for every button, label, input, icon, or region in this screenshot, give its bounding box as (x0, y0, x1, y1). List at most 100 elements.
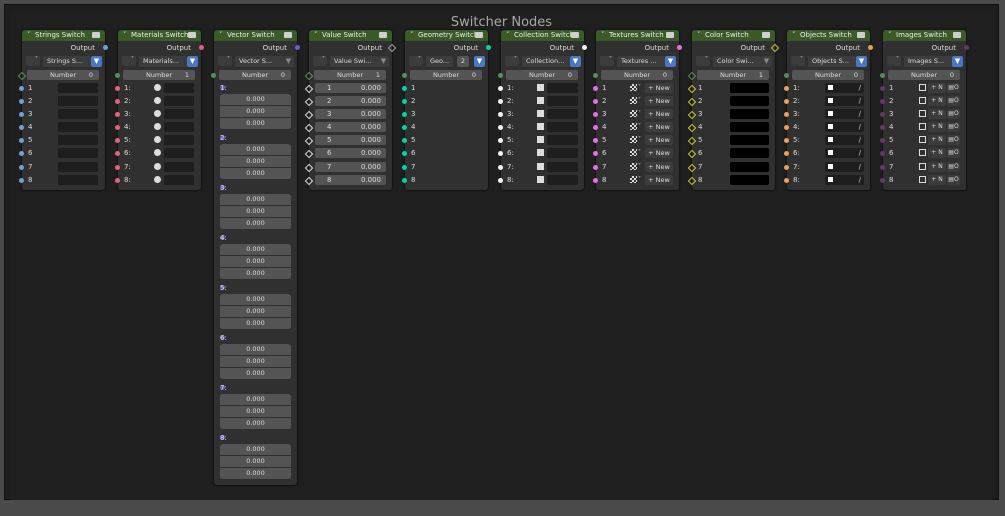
image-input-socket[interactable] (880, 112, 885, 118)
datablock-name-field[interactable]: Vector S... (235, 56, 283, 67)
output-socket[interactable] (582, 45, 587, 50)
input-row[interactable]: 7: (115, 161, 201, 174)
new-texture-button[interactable]: + New (645, 96, 673, 107)
object-field[interactable]: ∕ (825, 109, 864, 120)
open-image-button[interactable]: ▤O (947, 161, 960, 172)
collection-input-socket[interactable] (498, 151, 503, 157)
number-socket[interactable] (211, 73, 216, 78)
image-input-socket[interactable] (880, 99, 885, 105)
datablock-name-field[interactable]: Textures ... (617, 56, 665, 67)
vector-component-field[interactable]: 0.000 (220, 244, 291, 256)
input-row[interactable]: 6: ∕ (784, 147, 870, 160)
node-header[interactable]: ˅ Collection Switch (501, 30, 584, 41)
vector-component-field[interactable]: 0.000 (220, 194, 291, 206)
geometry-input-socket[interactable] (402, 151, 407, 157)
value-switch-node[interactable]: ˅ Value Switch Output ˅ Value Swi... ▼ Number 1… (304, 30, 397, 190)
vector-component-field[interactable]: 0.000 (220, 394, 291, 406)
image-input-socket[interactable] (880, 125, 885, 131)
input-row[interactable]: 4 (402, 121, 488, 134)
datablock-picker[interactable]: ˅ Collection... ▼ (501, 54, 584, 69)
number-input-row[interactable]: Number 0 (211, 69, 297, 82)
number-input-row[interactable]: Number 0 (498, 69, 584, 82)
fake-user-shield-icon[interactable]: ▼ (761, 56, 772, 67)
fake-user-shield-icon[interactable]: ▼ (952, 56, 963, 67)
new-texture-button[interactable]: + New (645, 135, 673, 146)
node-header[interactable]: ˅ Geometry Switch (405, 30, 488, 41)
chevron-down-icon[interactable]: ˅ (314, 31, 318, 39)
collection-input-socket[interactable] (498, 112, 503, 118)
input-row[interactable]: 8: ∕ (784, 174, 870, 187)
number-socket[interactable] (402, 73, 407, 78)
material-input-socket[interactable] (115, 112, 120, 118)
collection-field[interactable] (547, 161, 578, 172)
vector-component-field[interactable]: 0.000 (220, 418, 291, 430)
geometry-input-socket[interactable] (402, 112, 407, 118)
object-field[interactable]: ∕ (825, 83, 864, 93)
string-field[interactable] (58, 148, 98, 159)
image-input-socket[interactable] (880, 177, 885, 183)
datablock-name-field[interactable]: Color Swi... (713, 56, 761, 67)
string-input-socket[interactable] (19, 99, 24, 105)
number-field[interactable]: Number 1 (123, 70, 195, 80)
fake-user-shield-icon[interactable]: ▼ (665, 56, 676, 67)
material-input-socket[interactable] (115, 164, 120, 170)
object-field[interactable]: ∕ (825, 122, 864, 133)
input-row[interactable]: 3 0.000 (304, 108, 392, 121)
input-row[interactable]: 5 (687, 134, 775, 147)
fake-user-shield-icon[interactable]: ▼ (283, 56, 294, 67)
node-header[interactable]: ˅ Strings Switch (22, 30, 105, 41)
number-socket[interactable] (498, 73, 503, 78)
color-switch-node[interactable]: ˅ Color Switch Output ˅ Color Swi... ▼ Number 1… (687, 30, 780, 190)
vector-component-field[interactable]: 0.000 (220, 468, 291, 480)
input-row[interactable]: 3 (687, 108, 775, 121)
fake-user-shield-icon[interactable]: ▼ (187, 56, 198, 67)
string-field[interactable] (58, 135, 98, 146)
node-header[interactable]: ˅ Materials Switch (118, 30, 201, 41)
number-field[interactable]: Number 0 (792, 70, 864, 80)
datablock-name-field[interactable]: Images S... (904, 56, 952, 67)
number-socket[interactable] (784, 73, 789, 78)
chevron-down-icon[interactable]: ˅ (601, 31, 605, 39)
collection-input-socket[interactable] (498, 177, 503, 183)
input-row[interactable]: 5 + N ▤O (880, 134, 966, 147)
datablock-picker[interactable]: ˅ Materials... ▼ (118, 54, 201, 69)
new-image-button[interactable]: + N (928, 161, 946, 172)
texture-input-socket[interactable] (593, 151, 598, 157)
color-swatch[interactable] (730, 148, 769, 159)
vector-component-field[interactable]: 0.000 (220, 318, 291, 330)
vector-component-field[interactable]: 0.000 (220, 268, 291, 280)
color-swatch[interactable] (730, 96, 769, 107)
input-row[interactable]: 3 (402, 108, 488, 121)
input-row[interactable]: 6 0.000 (304, 147, 392, 160)
collection-input-socket[interactable] (498, 125, 503, 131)
number-input-row[interactable]: Number 0 (784, 69, 870, 82)
fake-user-shield-icon[interactable]: ▼ (378, 56, 389, 67)
chevron-down-icon[interactable]: ˅ (219, 31, 223, 39)
datablock-picker[interactable]: ˅ Images S... ▼ (883, 54, 966, 69)
vector-component-field[interactable]: 0.000 (220, 406, 291, 418)
input-row[interactable]: 8 ˅ + New (593, 174, 679, 187)
collection-input-socket[interactable] (498, 99, 503, 105)
number-input-row[interactable]: Number 0 (593, 69, 679, 82)
material-input-socket[interactable] (115, 138, 120, 144)
input-row[interactable]: 4: (115, 121, 201, 134)
datablock-picker[interactable]: ˅ Textures ... ▼ (596, 54, 679, 69)
datablock-picker[interactable]: ˅ Vector S... ▼ (214, 54, 297, 69)
input-row[interactable]: 6: (498, 147, 584, 160)
input-row[interactable]: 5: ∕ (784, 134, 870, 147)
number-field[interactable]: Number 0 (219, 70, 291, 80)
material-field[interactable] (164, 109, 194, 120)
value-field[interactable]: 6 0.000 (315, 148, 386, 159)
input-row[interactable]: 7 (687, 161, 775, 174)
new-texture-button[interactable]: + New (645, 83, 673, 93)
object-input-socket[interactable] (784, 177, 789, 183)
node-header[interactable]: ˅ Images Switch (883, 30, 966, 41)
input-row[interactable]: 2: (498, 95, 584, 108)
vector-component-field[interactable]: 0.000 (220, 156, 291, 168)
string-input-socket[interactable] (19, 112, 24, 118)
string-field[interactable] (58, 96, 98, 107)
input-row[interactable]: 5: (498, 134, 584, 147)
input-row[interactable]: 8: (115, 174, 201, 187)
string-field[interactable] (58, 122, 98, 133)
input-row[interactable]: 2 (19, 95, 105, 108)
